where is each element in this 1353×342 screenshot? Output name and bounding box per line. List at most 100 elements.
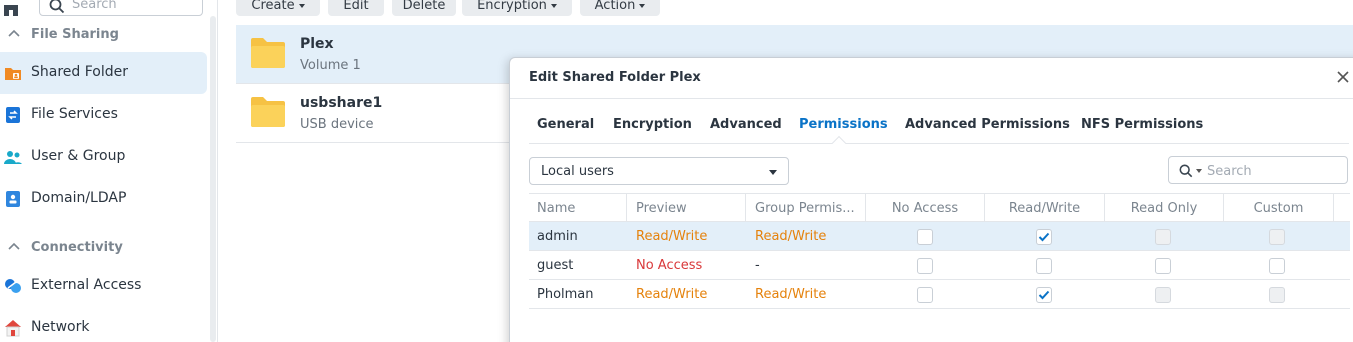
section-file-sharing[interactable]: File Sharing bbox=[0, 24, 206, 48]
read-only-checkbox[interactable] bbox=[1155, 258, 1171, 274]
permissions-search[interactable] bbox=[1168, 156, 1348, 184]
folder-location: USB device bbox=[300, 117, 374, 132]
no-access-checkbox[interactable] bbox=[917, 287, 933, 303]
no-access-checkbox[interactable] bbox=[917, 229, 933, 245]
column-header-read-write[interactable]: Read/Write bbox=[985, 194, 1105, 222]
read-write-checkbox[interactable] bbox=[1036, 287, 1052, 303]
tab-divider bbox=[529, 143, 1349, 144]
sidebar-search[interactable] bbox=[39, 0, 203, 16]
column-header-custom[interactable]: Custom bbox=[1224, 194, 1334, 222]
edit-label: Edit bbox=[343, 0, 369, 13]
custom-checkbox[interactable] bbox=[1269, 287, 1285, 303]
tab-advanced-permissions[interactable]: Advanced Permissions bbox=[905, 117, 1070, 132]
table-row[interactable]: Pholman Read/Write Read/Write bbox=[529, 280, 1350, 309]
caret-down-icon bbox=[1196, 169, 1202, 173]
search-icon bbox=[1179, 164, 1193, 178]
column-header-name[interactable]: Name bbox=[529, 194, 627, 222]
folder-name: Plex bbox=[300, 36, 334, 52]
chevron-up-icon bbox=[8, 29, 20, 37]
app-window: File Sharing Shared Folder File Services bbox=[0, 0, 1353, 342]
custom-checkbox[interactable] bbox=[1269, 229, 1285, 245]
caret-down-icon bbox=[298, 3, 305, 8]
sidebar-item-domain-ldap[interactable]: Domain/LDAP bbox=[0, 178, 207, 220]
active-tab-pointer bbox=[831, 135, 847, 151]
create-button[interactable]: Create bbox=[236, 0, 320, 16]
tab-encryption[interactable]: Encryption bbox=[613, 117, 692, 132]
permissions-search-input[interactable] bbox=[1207, 162, 1337, 180]
section-connectivity[interactable]: Connectivity bbox=[0, 237, 206, 261]
column-header-preview[interactable]: Preview bbox=[627, 194, 746, 222]
caret-down-icon bbox=[550, 3, 557, 8]
sidebar-item-file-services[interactable]: File Services bbox=[0, 94, 207, 136]
table-header: Name Preview Group Permis... No Access R… bbox=[529, 193, 1350, 222]
sidebar-item-label: Network bbox=[31, 319, 90, 335]
user-name: guest bbox=[537, 258, 574, 273]
tab-advanced[interactable]: Advanced bbox=[710, 117, 782, 132]
read-only-checkbox[interactable] bbox=[1155, 287, 1171, 303]
dialog-title: Edit Shared Folder Plex bbox=[529, 70, 701, 85]
sidebar-item-shared-folder[interactable]: Shared Folder bbox=[0, 52, 207, 94]
sidebar-item-label: Domain/LDAP bbox=[31, 190, 127, 206]
user-group-icon bbox=[4, 151, 22, 164]
action-label: Action bbox=[594, 0, 636, 13]
user-type-value: Local users bbox=[541, 164, 614, 179]
folder-name: usbshare1 bbox=[300, 95, 383, 111]
read-write-checkbox[interactable] bbox=[1036, 229, 1052, 245]
sidebar-item-user-group[interactable]: User & Group bbox=[0, 136, 207, 178]
edit-shared-folder-dialog: Edit Shared Folder Plex General Encrypti… bbox=[509, 57, 1353, 342]
custom-checkbox[interactable] bbox=[1269, 258, 1285, 274]
column-header-read-only[interactable]: Read Only bbox=[1105, 194, 1224, 222]
group-permission: Read/Write bbox=[755, 229, 827, 244]
domain-ldap-icon bbox=[6, 191, 20, 207]
divider bbox=[510, 98, 1353, 99]
checkmark-icon bbox=[1038, 290, 1050, 300]
preview-permission: Read/Write bbox=[636, 287, 708, 302]
user-name: Pholman bbox=[537, 287, 594, 302]
sidebar-item-network[interactable]: Network bbox=[0, 307, 207, 342]
sidebar-scrollbar[interactable] bbox=[210, 16, 216, 342]
sidebar-item-label: Shared Folder bbox=[31, 64, 129, 80]
folder-icon bbox=[251, 97, 285, 127]
column-header-group-permissions[interactable]: Group Permis... bbox=[746, 194, 866, 222]
tab-nfs-permissions[interactable]: NFS Permissions bbox=[1081, 117, 1203, 132]
section-title: File Sharing bbox=[31, 27, 119, 42]
edit-button[interactable]: Edit bbox=[328, 0, 384, 16]
sidebar: File Sharing Shared Folder File Services bbox=[0, 0, 218, 342]
network-icon bbox=[5, 320, 21, 337]
group-permission: - bbox=[755, 258, 760, 273]
search-icon bbox=[49, 0, 65, 14]
home-button[interactable] bbox=[0, 0, 26, 16]
caret-down-icon bbox=[639, 3, 646, 8]
folder-icon bbox=[251, 38, 285, 68]
encryption-label: Encryption bbox=[477, 0, 547, 13]
user-type-select[interactable]: Local users bbox=[529, 157, 789, 185]
delete-label: Delete bbox=[402, 0, 446, 13]
delete-button[interactable]: Delete bbox=[392, 0, 456, 16]
table-row[interactable]: guest No Access - bbox=[529, 251, 1350, 280]
preview-permission: Read/Write bbox=[636, 229, 708, 244]
dropdown-arrow-icon bbox=[769, 170, 777, 175]
sidebar-item-label: User & Group bbox=[31, 148, 126, 164]
user-name: admin bbox=[537, 229, 578, 244]
no-access-checkbox[interactable] bbox=[917, 258, 933, 274]
read-write-checkbox[interactable] bbox=[1036, 258, 1052, 274]
sidebar-item-label: External Access bbox=[31, 277, 142, 293]
sidebar-search-input[interactable] bbox=[72, 0, 192, 13]
read-only-checkbox[interactable] bbox=[1155, 229, 1171, 245]
close-icon[interactable] bbox=[1335, 69, 1351, 85]
sidebar-item-external-access[interactable]: External Access bbox=[0, 265, 207, 307]
table-row[interactable]: admin Read/Write Read/Write bbox=[529, 222, 1350, 251]
tab-general[interactable]: General bbox=[537, 117, 594, 132]
preview-permission: No Access bbox=[636, 258, 703, 273]
create-label: Create bbox=[251, 0, 295, 13]
file-services-icon bbox=[6, 107, 20, 123]
encryption-button[interactable]: Encryption bbox=[462, 0, 572, 16]
chevron-up-icon bbox=[8, 242, 20, 250]
shared-folder-icon bbox=[5, 68, 21, 80]
tab-permissions[interactable]: Permissions bbox=[799, 117, 888, 132]
column-header-no-access[interactable]: No Access bbox=[866, 194, 985, 222]
external-access-icon bbox=[5, 279, 21, 293]
group-permission: Read/Write bbox=[755, 287, 827, 302]
checkmark-icon bbox=[1038, 232, 1050, 242]
action-button[interactable]: Action bbox=[580, 0, 660, 16]
